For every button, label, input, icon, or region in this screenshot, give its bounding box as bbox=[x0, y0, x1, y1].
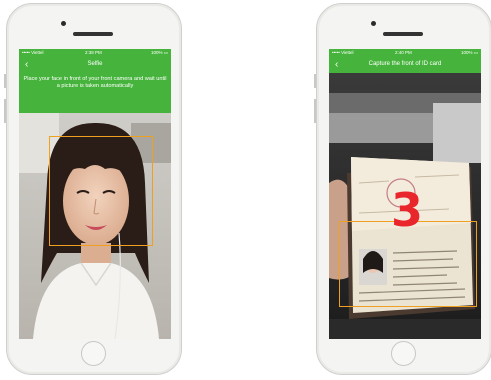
volume-up-button bbox=[4, 99, 6, 123]
status-time: 2:38 PM bbox=[85, 50, 102, 55]
phone-left: ••••• Viettel 2:38 PM 100% ▭ ‹ Selfie Pl… bbox=[4, 3, 182, 375]
status-time: 2:40 PM bbox=[395, 50, 412, 55]
earpiece bbox=[383, 32, 423, 36]
face-detection-frame bbox=[49, 136, 153, 246]
nav-bar: ‹ Capture the front of ID card bbox=[329, 57, 481, 73]
home-button[interactable] bbox=[391, 341, 416, 366]
status-bar: ••••• Viettel 2:38 PM 100% ▭ bbox=[19, 49, 171, 57]
camera-preview: 3 bbox=[329, 73, 481, 339]
battery-indicator: 100% ▭ bbox=[460, 50, 478, 55]
battery-indicator: 100% ▭ bbox=[150, 50, 168, 55]
camera-preview bbox=[19, 113, 171, 339]
phone-right: ••••• Viettel 2:40 PM 100% ▭ ‹ Capture t… bbox=[314, 3, 491, 375]
screen-selfie: ••••• Viettel 2:38 PM 100% ▭ ‹ Selfie Pl… bbox=[19, 49, 171, 339]
page-title: Capture the front of ID card bbox=[368, 61, 442, 67]
status-bar: ••••• Viettel 2:40 PM 100% ▭ bbox=[329, 49, 481, 57]
carrier-label: ••••• Viettel bbox=[332, 50, 354, 55]
mute-switch bbox=[4, 74, 6, 88]
camera-sensor-icon bbox=[371, 21, 376, 26]
screen-id-capture: ••••• Viettel 2:40 PM 100% ▭ ‹ Capture t… bbox=[329, 49, 481, 339]
nav-bar: ‹ Selfie bbox=[19, 57, 171, 73]
mute-switch bbox=[314, 74, 316, 88]
carrier-label: ••••• Viettel bbox=[22, 50, 44, 55]
volume-up-button bbox=[314, 99, 316, 123]
earpiece bbox=[73, 32, 113, 36]
countdown-number: 3 bbox=[391, 183, 424, 237]
instruction-text: Place your face in front of your front c… bbox=[19, 73, 171, 113]
home-button[interactable] bbox=[81, 341, 106, 366]
page-title: Selfie bbox=[87, 61, 103, 67]
camera-sensor-icon bbox=[61, 21, 66, 26]
